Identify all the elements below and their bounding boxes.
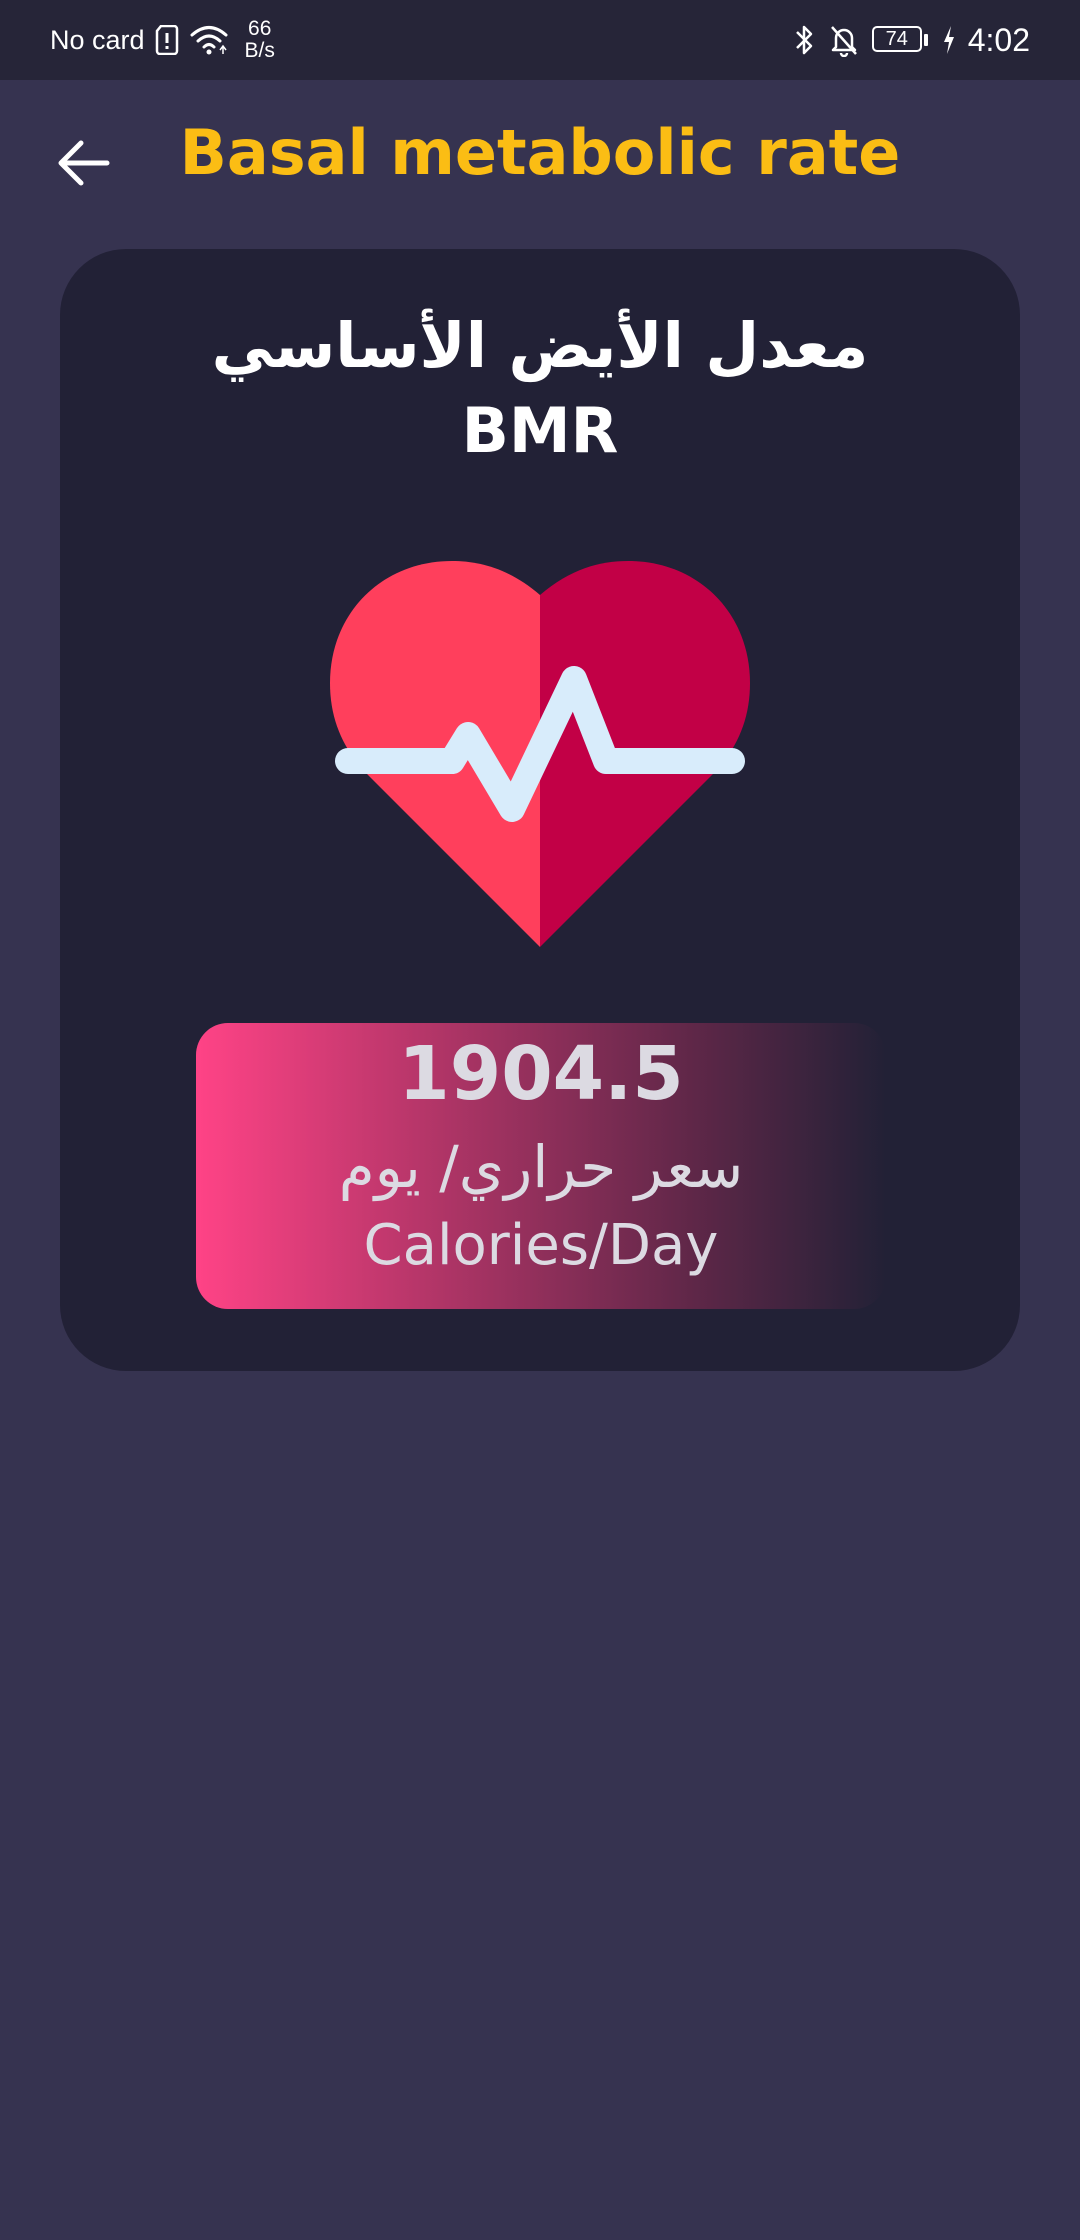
- page-title: Basal metabolic rate: [179, 116, 901, 189]
- network-speed-unit: B/s: [244, 39, 275, 62]
- bmr-card: معدل الأيض الأساسي BMR 1904.5 سعر حراري/…: [60, 249, 1020, 1371]
- wifi-icon: [189, 23, 229, 57]
- status-right: 74 4:02: [794, 0, 1030, 80]
- heart-pulse-icon: [330, 561, 750, 947]
- sim-alert-icon: [155, 25, 179, 55]
- clock: 4:02: [967, 21, 1030, 58]
- battery-tip: [923, 34, 928, 46]
- network-speed-value: 66: [248, 17, 272, 40]
- status-bar: No card 66 B/s 74 4:02: [0, 0, 1080, 80]
- carrier-label: No card: [50, 24, 145, 55]
- charging-bolt-icon: [942, 25, 956, 55]
- bmr-unit-arabic: سعر حراري/ يوم: [338, 1133, 744, 1201]
- card-title-arabic: معدل الأيض الأساسي: [211, 309, 869, 382]
- battery-level: 74: [871, 26, 922, 52]
- bmr-value: 1904.5: [398, 1031, 684, 1117]
- bmr-unit-english: Calories/Day: [363, 1213, 719, 1278]
- app-header: Basal metabolic rate: [0, 80, 1080, 250]
- battery-icon: 74: [871, 26, 930, 54]
- network-speed: 66 B/s: [245, 18, 275, 62]
- bluetooth-icon: [794, 23, 816, 57]
- status-left: No card 66 B/s: [50, 0, 275, 80]
- bmr-result-box: 1904.5 سعر حراري/ يوم Calories/Day: [196, 1023, 886, 1309]
- card-title-english: BMR: [461, 394, 619, 467]
- bell-muted-icon: [828, 23, 860, 57]
